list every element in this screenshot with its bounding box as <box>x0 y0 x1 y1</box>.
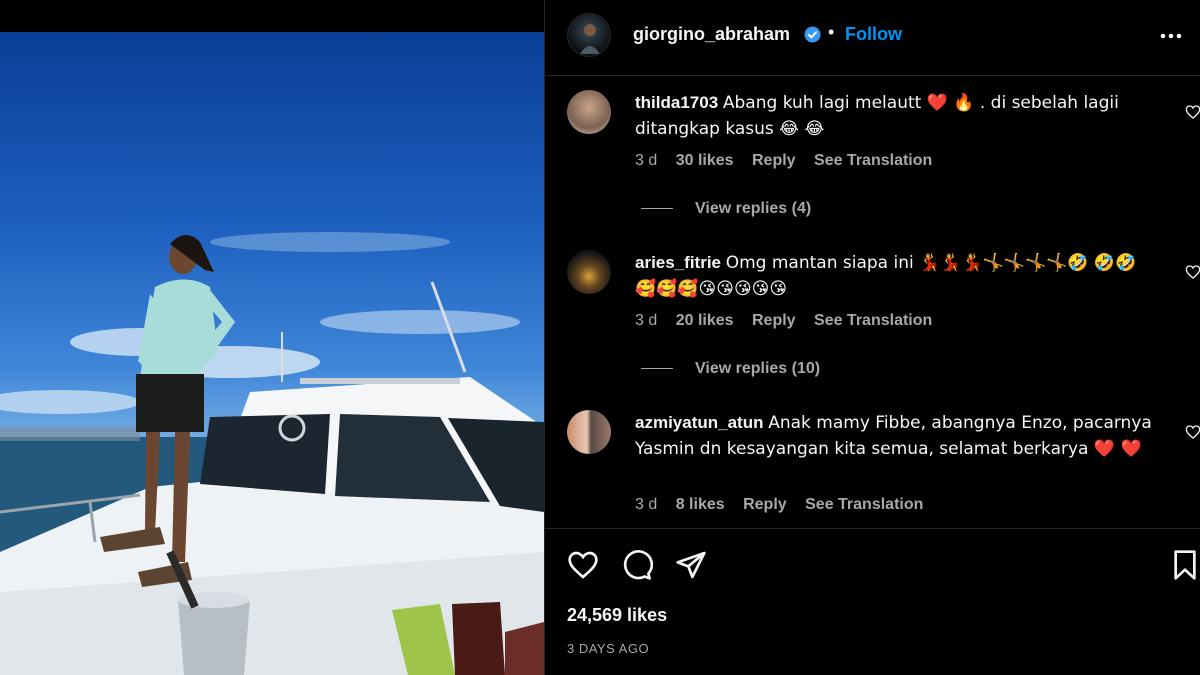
follow-button[interactable]: Follow <box>845 24 902 45</box>
likes-count[interactable]: 24,569 likes <box>567 605 667 626</box>
heart-icon[interactable] <box>567 549 599 581</box>
bookmark-icon[interactable] <box>1169 549 1200 581</box>
post-photo[interactable] <box>0 32 544 675</box>
cabin-window-left <box>200 414 330 494</box>
reply-button[interactable]: Reply <box>752 152 796 169</box>
post-date: 3 DAYS AGO <box>567 641 650 656</box>
comment-meta: 3 d 20 likes Reply See Translation <box>635 312 946 330</box>
commenter-username[interactable]: aries_fitrie <box>635 253 721 272</box>
author-username[interactable]: giorgino_abraham <box>633 24 790 45</box>
like-comment-heart-icon[interactable] <box>1185 104 1200 120</box>
commenter-avatar[interactable] <box>567 90 611 134</box>
comment-time: 3 d <box>635 496 658 513</box>
comments-list[interactable]: thilda1703 Abang kuh lagi melautt ❤️ 🔥 .… <box>545 76 1200 528</box>
yacht-photo-illustration <box>0 232 544 675</box>
commenter-username[interactable]: thilda1703 <box>635 93 718 112</box>
comment-likes[interactable]: 30 likes <box>676 152 734 169</box>
shorts <box>136 374 204 432</box>
comment-meta: 3 d 8 likes Reply See Translation <box>635 496 937 514</box>
like-comment-heart-icon[interactable] <box>1185 264 1200 280</box>
comment-meta: 3 d 30 likes Reply See Translation <box>635 152 946 170</box>
view-replies-button[interactable]: View replies (10) <box>641 360 820 378</box>
replies-divider-line <box>641 208 673 210</box>
post-header: giorgino_abraham • Follow <box>545 0 1200 76</box>
comment-text: azmiyatun_atun Anak mamy Fibbe, abangnya… <box>635 410 1155 462</box>
see-translation-button[interactable]: See Translation <box>814 152 932 169</box>
view-replies-label: View replies (10) <box>695 360 821 377</box>
see-translation-button[interactable]: See Translation <box>814 312 932 329</box>
comment-icon[interactable] <box>621 549 653 581</box>
comment-likes[interactable]: 20 likes <box>676 312 734 329</box>
top-bar <box>0 0 544 32</box>
more-options-icon[interactable] <box>1157 24 1185 48</box>
bottle <box>452 602 505 675</box>
comment-text: aries_fitrie Omg mantan siapa ini 💃💃💃🤸🤸🤸… <box>635 250 1155 302</box>
comment-likes[interactable]: 8 likes <box>676 496 725 513</box>
post-detail-panel: giorgino_abraham • Follow thilda1703 Aba… <box>544 0 1200 675</box>
author-avatar[interactable] <box>567 13 611 57</box>
commenter-avatar[interactable] <box>567 410 611 454</box>
post-actions-bar: 24,569 likes 3 DAYS AGO <box>545 528 1200 675</box>
view-replies-button[interactable]: View replies (4) <box>641 200 811 218</box>
view-replies-label: View replies (4) <box>695 200 812 217</box>
separator-dot: • <box>828 22 835 42</box>
comment-text: thilda1703 Abang kuh lagi melautt ❤️ 🔥 .… <box>635 90 1155 142</box>
replies-divider-line <box>641 368 673 370</box>
share-icon[interactable] <box>675 549 707 581</box>
reply-button[interactable]: Reply <box>752 312 796 329</box>
like-comment-heart-icon[interactable] <box>1185 424 1200 440</box>
comment-time: 3 d <box>635 312 658 329</box>
commenter-username[interactable]: azmiyatun_atun <box>635 413 763 432</box>
commenter-avatar[interactable] <box>567 250 611 294</box>
verified-icon <box>804 26 821 43</box>
see-translation-button[interactable]: See Translation <box>805 496 923 513</box>
reply-button[interactable]: Reply <box>743 496 787 513</box>
comment-time: 3 d <box>635 152 658 169</box>
